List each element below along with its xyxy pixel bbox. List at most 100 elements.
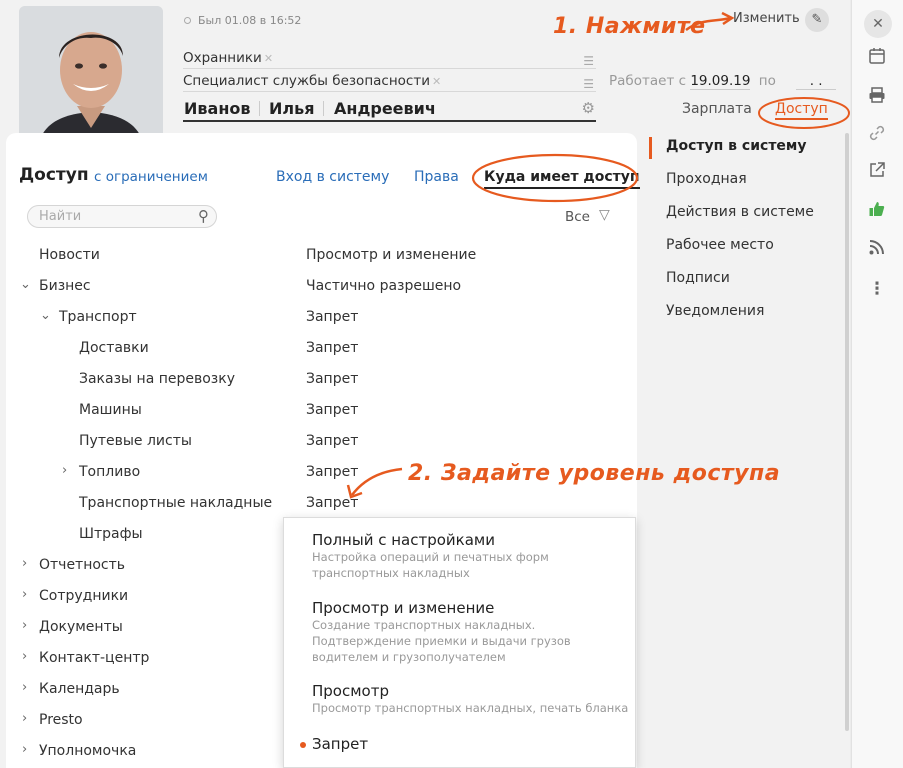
position-field[interactable]: Специалист службы безопасности ✕ ☰	[183, 72, 596, 92]
last-name[interactable]: Иванов	[184, 99, 250, 118]
highlight-ellipse	[471, 153, 639, 203]
employment-period: Работает с 19.09.19 по . .	[609, 73, 837, 90]
option-desc: Подтверждение приемки и выдачи грузов	[312, 634, 571, 648]
option-title: Запрет	[312, 735, 369, 753]
option-full[interactable]: Полный с настройками Настройка операций …	[312, 531, 549, 581]
tab-rights[interactable]: Права	[414, 169, 459, 185]
tree-row-label: Документы	[39, 619, 123, 635]
tree-row-value[interactable]: Запрет	[306, 371, 358, 387]
tree-row-value[interactable]: Запрет	[306, 340, 358, 356]
chevron-right-icon[interactable]: ›	[22, 680, 27, 695]
gear-icon[interactable]: ⚙	[582, 99, 595, 117]
access-mode-link[interactable]: с ограничением	[94, 169, 208, 185]
tree-row-label: Транспортные накладные	[79, 495, 273, 511]
more-vertical-icon[interactable]: ⋮	[864, 276, 890, 302]
avatar-photo	[19, 6, 163, 150]
right-rail: ✕ ⋮	[851, 0, 903, 768]
status-dot-icon	[184, 17, 191, 24]
sidebar-item-workplace[interactable]: Рабочее место	[666, 237, 774, 253]
option-desc: водителем и грузополучателем	[312, 650, 506, 664]
tab-login[interactable]: Вход в систему	[276, 169, 389, 185]
last-seen-status: Был 01.08 в 16:52	[184, 14, 301, 27]
sidebar-item-signatures[interactable]: Подписи	[666, 270, 730, 286]
thumbs-up-icon[interactable]	[864, 200, 890, 226]
tree-row-label: Заказы на перевозку	[79, 371, 235, 387]
tree-row[interactable]: Заказы на перевозку Запрет	[0, 364, 630, 395]
printer-icon[interactable]	[864, 86, 890, 112]
option-title: Просмотр	[312, 682, 389, 700]
edit-link[interactable]: Изменить	[733, 11, 800, 26]
works-till-date[interactable]: . .	[796, 73, 837, 90]
position-value: Специалист службы безопасности	[183, 73, 430, 89]
sidebar-item-actions[interactable]: Действия в системе	[666, 204, 814, 220]
chevron-right-icon[interactable]: ›	[22, 587, 27, 602]
middle-name[interactable]: Андреевич	[334, 99, 436, 118]
tree-row-value[interactable]: Запрет	[306, 309, 358, 325]
remove-icon[interactable]: ✕	[264, 52, 273, 65]
option-view[interactable]: Просмотр Просмотр транспортных накладных…	[312, 682, 628, 716]
option-title: Просмотр и изменение	[312, 599, 495, 617]
selected-dot-icon	[300, 742, 306, 748]
chevron-right-icon[interactable]: ›	[22, 711, 27, 726]
chevron-right-icon[interactable]: ›	[22, 618, 27, 633]
scrollbar[interactable]	[845, 133, 849, 731]
last-seen-text: Был 01.08 в 16:52	[198, 14, 302, 27]
group-field[interactable]: Охранники ✕ ☰	[183, 49, 596, 69]
employee-photo[interactable]	[19, 6, 163, 150]
tree-row-label: Календарь	[39, 681, 120, 697]
list-icon[interactable]: ☰	[583, 52, 594, 70]
chevron-down-icon[interactable]: ⌄	[40, 308, 51, 323]
annotation-arrow-icon	[346, 467, 403, 499]
option-desc: Настройка операций и печатных форм	[312, 550, 549, 564]
tree-row-label: Доставки	[79, 340, 149, 356]
sidebar-item-notifications[interactable]: Уведомления	[666, 303, 764, 319]
tree-row-value[interactable]: Запрет	[306, 433, 358, 449]
tab-salary[interactable]: Зарплата	[682, 101, 752, 117]
calendar-icon[interactable]	[864, 47, 890, 73]
sidebar-item-checkpoint[interactable]: Проходная	[666, 171, 747, 187]
tree-row-value[interactable]: Частично разрешено	[306, 278, 461, 294]
option-view-edit[interactable]: Просмотр и изменение Создание транспортн…	[312, 599, 571, 665]
highlight-ellipse	[758, 97, 850, 129]
tree-row[interactable]: Доставки Запрет	[0, 333, 630, 364]
name-divider	[323, 101, 324, 116]
open-external-icon[interactable]	[864, 161, 890, 187]
access-title: Доступ	[19, 165, 89, 185]
tree-row[interactable]: Путевые листы Запрет	[0, 426, 630, 457]
close-icon[interactable]: ✕	[864, 10, 892, 38]
chevron-right-icon[interactable]: ›	[22, 649, 27, 664]
search-placeholder: Найти	[39, 209, 82, 224]
chevron-right-icon[interactable]: ›	[22, 742, 27, 757]
tree-row[interactable]: Машины Запрет	[0, 395, 630, 426]
works-since-date[interactable]: 19.09.19	[690, 73, 751, 90]
link-icon[interactable]	[864, 124, 890, 150]
first-name[interactable]: Илья	[269, 99, 315, 118]
option-title: Полный с настройками	[312, 531, 495, 549]
tree-row[interactable]: ⌄ Бизнес Частично разрешено	[0, 271, 630, 302]
option-deny[interactable]: Запрет	[312, 735, 368, 753]
chevron-right-icon[interactable]: ›	[22, 556, 27, 571]
tree-row-value[interactable]: Запрет	[306, 402, 358, 418]
sidebar-item-login-access[interactable]: Доступ в систему	[666, 138, 807, 154]
chevron-down-icon[interactable]: ⌄	[20, 277, 31, 292]
rss-icon[interactable]	[864, 238, 890, 264]
tree-row[interactable]: Транспортные накладные Запрет	[0, 488, 630, 519]
tree-row-value[interactable]: Просмотр и изменение	[306, 247, 476, 263]
remove-icon[interactable]: ✕	[432, 75, 441, 88]
search-icon[interactable]: ⚲	[198, 207, 209, 225]
full-name-row[interactable]: Иванов Илья Андреевич ⚙	[183, 99, 596, 122]
tree-row[interactable]: Новости Просмотр и изменение	[0, 240, 630, 271]
filter-icon[interactable]: ▽	[599, 207, 610, 223]
search-input[interactable]: Найти ⚲	[27, 205, 217, 228]
option-desc: Создание транспортных накладных.	[312, 618, 536, 632]
tree-row-label: Новости	[39, 247, 100, 263]
tree-row-label: Отчетность	[39, 557, 126, 573]
filter-all-label[interactable]: Все	[565, 209, 590, 225]
edit-pencil-icon[interactable]: ✎	[805, 8, 829, 32]
list-icon[interactable]: ☰	[583, 75, 594, 93]
works-till-label: по	[758, 73, 776, 89]
tree-row[interactable]: ⌄ Транспорт Запрет	[0, 302, 630, 333]
chevron-right-icon[interactable]: ›	[62, 463, 67, 478]
group-value: Охранники	[183, 50, 262, 66]
employee-card: Был 01.08 в 16:52 Охранники ✕ ☰ Специалис…	[0, 0, 850, 768]
